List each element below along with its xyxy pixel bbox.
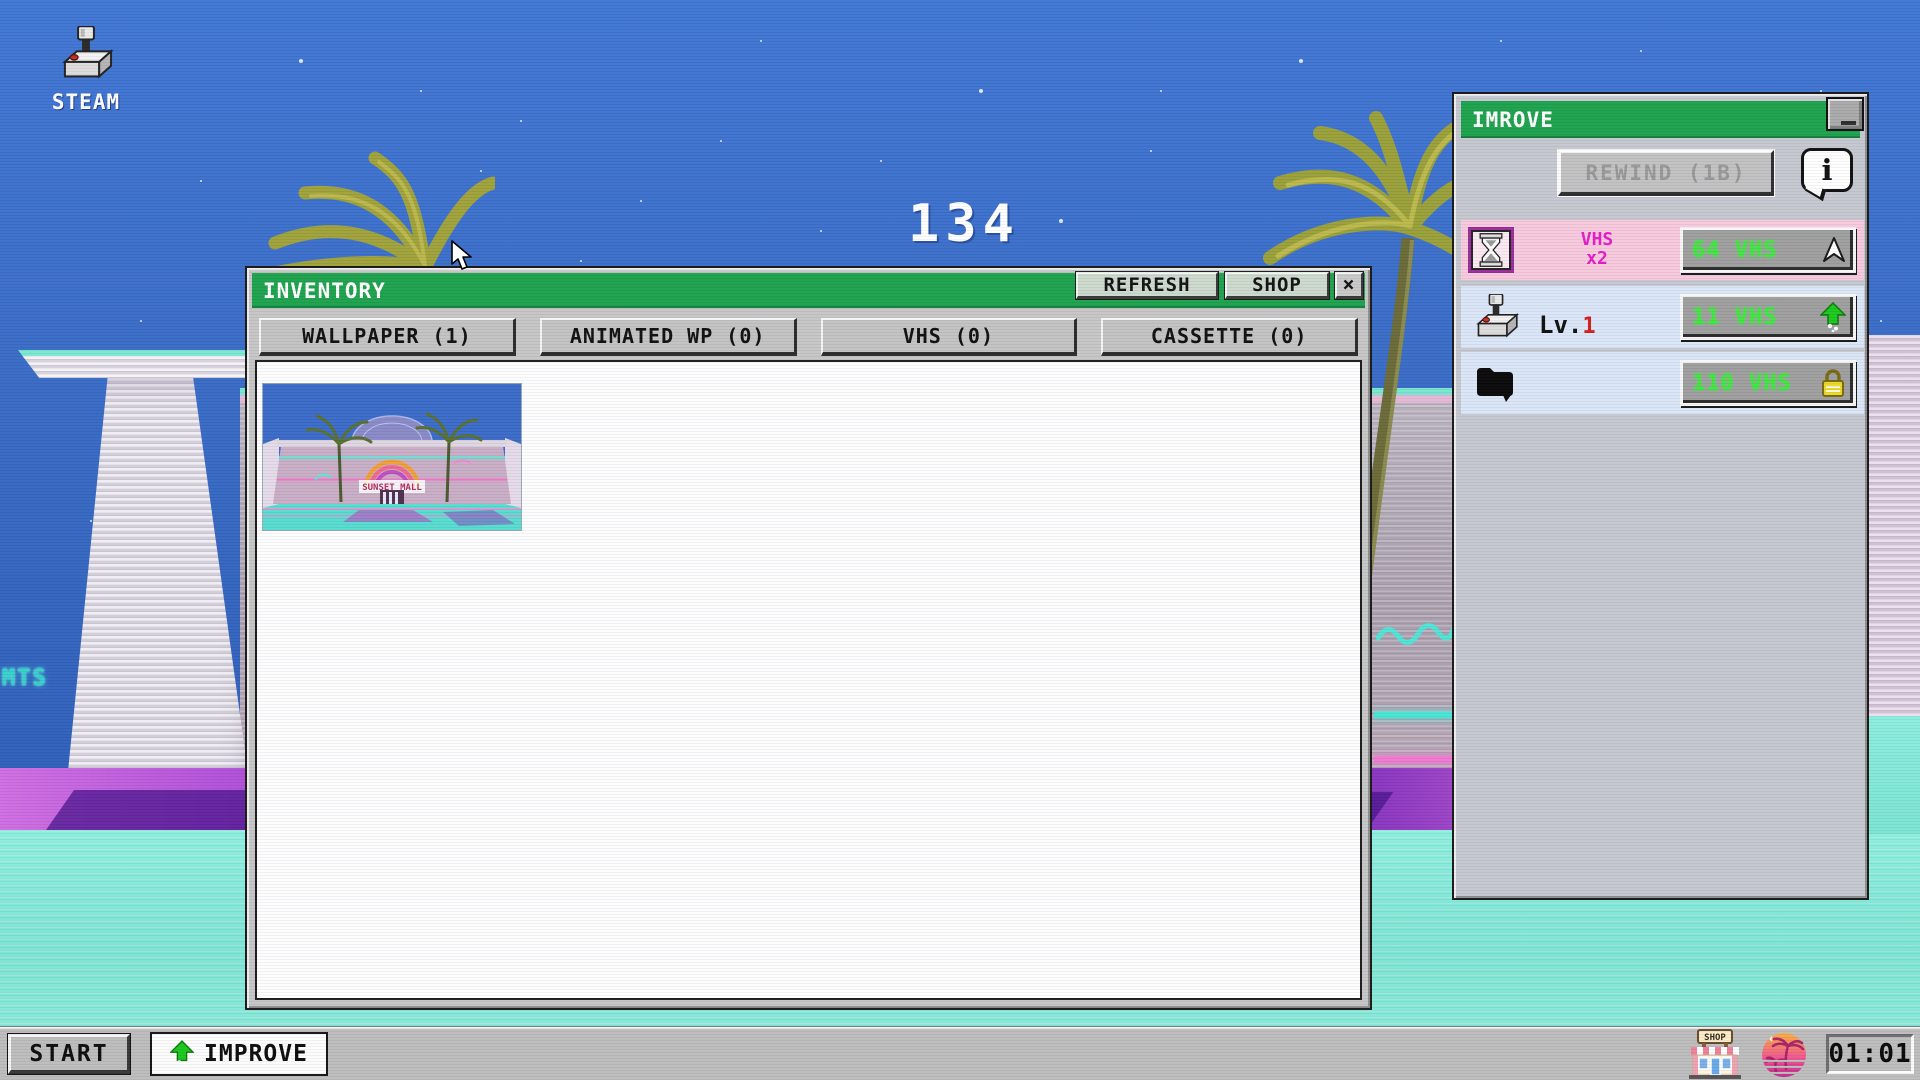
- vaporwave-sunset-icon[interactable]: [1760, 1031, 1808, 1079]
- buy-button-locked[interactable]: 110 VHS: [1680, 360, 1856, 406]
- refresh-button[interactable]: REFRESH: [1075, 271, 1219, 300]
- buy-button-vhs-x2[interactable]: 64 VHS: [1680, 227, 1856, 273]
- improve-titlebar[interactable]: IMROVE: [1461, 101, 1860, 138]
- lock-icon: [1820, 368, 1846, 398]
- green-up-arrow-icon: [170, 1040, 195, 1067]
- teal-ground-right: [1860, 716, 1920, 834]
- taskbar-improve-button[interactable]: IMPROVE: [150, 1032, 328, 1076]
- close-button[interactable]: ×: [1334, 271, 1364, 300]
- hourglass-icon: [1479, 233, 1503, 267]
- joystick-icon: [1476, 294, 1519, 338]
- shop-tray-icon[interactable]: SHOP: [1686, 1029, 1744, 1079]
- taskbar-improve-label: IMPROVE: [204, 1041, 308, 1067]
- neon-sign-text: MTS: [2, 666, 48, 691]
- shop-sign-text: SHOP: [1704, 1033, 1726, 1043]
- buy-button-level[interactable]: 11 VHS: [1680, 294, 1856, 340]
- start-button[interactable]: START: [7, 1033, 131, 1075]
- taskbar-clock: 01:01: [1826, 1034, 1914, 1074]
- tab-wallpaper[interactable]: WALLPAPER (1): [259, 318, 516, 356]
- hourglass-box: [1468, 227, 1514, 273]
- minimize-icon: [1841, 121, 1856, 125]
- inventory-title: INVENTORY: [263, 278, 386, 303]
- tab-vhs[interactable]: VHS (0): [820, 318, 1078, 356]
- shop-button[interactable]: SHOP: [1224, 271, 1330, 300]
- upgrade-label: VHS x2: [1580, 229, 1614, 269]
- close-icon: ×: [1342, 272, 1356, 296]
- upgrade-row-level: Lv.1 11 VHS: [1461, 286, 1864, 348]
- steam-shortcut[interactable]: STEAM: [38, 26, 134, 114]
- inventory-content: SUNSET MALL: [255, 360, 1362, 1000]
- steam-label: STEAM: [51, 90, 121, 114]
- green-up-arrow-icon: [1820, 302, 1846, 332]
- tab-cassette[interactable]: CASSETTE (0): [1101, 318, 1358, 356]
- info-button[interactable]: i: [1801, 148, 1853, 192]
- wallpaper-thumbnail[interactable]: SUNSET MALL: [262, 383, 522, 531]
- improve-title: IMROVE: [1472, 107, 1554, 132]
- info-icon: i: [1821, 153, 1833, 187]
- joystick-icon: [62, 26, 114, 79]
- inventory-window: INVENTORY REFRESH SHOP × WALLPAPER (1) A…: [245, 266, 1372, 1010]
- stars: [0, 0, 2, 2]
- folder-icon: [1477, 368, 1513, 402]
- level-number: 1: [1582, 314, 1596, 339]
- desktop: MTS STEAM 134 INVENTORY REFRESH SHOP × W…: [0, 0, 1920, 1080]
- inventory-tabs: WALLPAPER (1) ANIMATED WP (0) VHS (0) CA…: [259, 318, 1358, 356]
- improve-window: IMROVE REWIND (1B) i VHS x2 64 VHS Lv.1 …: [1452, 92, 1869, 900]
- rewind-button[interactable]: REWIND (1B): [1557, 149, 1775, 197]
- minimize-button[interactable]: [1826, 97, 1864, 131]
- upgrade-row-vhs-x2: VHS x2 64 VHS: [1461, 220, 1864, 280]
- vhs-counter: 134: [908, 194, 1020, 254]
- level-label: Lv.1: [1539, 311, 1596, 339]
- mouse-cursor: [451, 240, 472, 270]
- taskbar: START IMPROVE SHOP 01:01: [0, 1026, 1920, 1080]
- upgrade-row-locked: 110 VHS: [1461, 352, 1864, 414]
- white-arrow-icon: [1822, 236, 1846, 264]
- building-right-edge: [1860, 335, 1920, 720]
- tab-animated-wp[interactable]: ANIMATED WP (0): [539, 318, 797, 356]
